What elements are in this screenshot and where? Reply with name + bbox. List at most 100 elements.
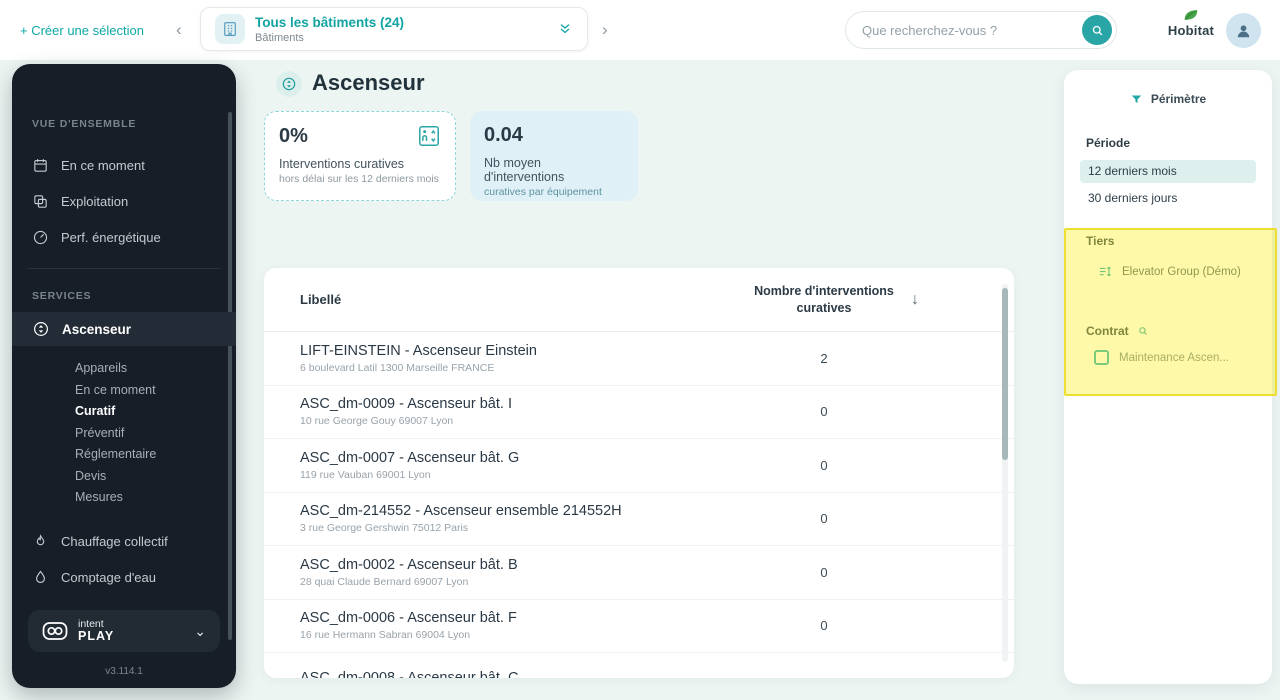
ascenseur-submenu: Appareils En ce moment Curatif Préventif… — [75, 358, 156, 509]
tiers-value-row[interactable]: Elevator Group (Démo) — [1098, 264, 1241, 279]
contrat-option-row: Maintenance Ascen... — [1094, 350, 1229, 365]
periode-option-12-mois[interactable]: 12 derniers mois — [1080, 160, 1256, 183]
sidebar-section-overview: VUE D'ENSEMBLE — [32, 118, 137, 130]
chevron-down-icon: ⌄ — [194, 622, 206, 639]
intervention-count: 0 — [820, 404, 828, 420]
sidebar-item-label: Chauffage collectif — [61, 533, 168, 549]
contrat-option-label: Maintenance Ascen... — [1119, 352, 1229, 364]
elevator-group-logo-icon — [1098, 264, 1113, 279]
column-header-count: Nombre d'interventions curatives ↓ — [634, 283, 1014, 317]
gauge-icon — [32, 229, 49, 246]
sidebar-subitem-preventif[interactable]: Préventif — [75, 423, 156, 445]
funnel-filter-icon — [1130, 93, 1143, 106]
stat-label: Nb moyen d'interventions — [484, 156, 565, 184]
filter-panel-header: Périmètre — [1064, 92, 1272, 106]
sidebar-item-label: En ce moment — [61, 157, 145, 173]
table-row[interactable]: ASC_dm-0009 - Ascenseur bât. I 10 rue Ge… — [264, 386, 1014, 439]
table-scrollbar-track — [1002, 284, 1008, 662]
building-selector[interactable]: Tous les bâtiments (24) Bâtiments — [200, 7, 588, 51]
row-main: ASC_dm-0009 - Ascenseur bât. I 10 rue Ge… — [264, 396, 634, 427]
equipment-name: ASC_dm-214552 - Ascenseur ensemble 21455… — [300, 503, 622, 520]
sidebar-item-label: Exploitation — [61, 193, 129, 209]
tiers-value: Elevator Group (Démo) — [1122, 265, 1241, 278]
sidebar-item-exploitation[interactable]: Exploitation — [32, 186, 128, 216]
intent-play-button[interactable]: intent PLAY ⌄ — [28, 610, 220, 652]
sidebar-subitem-reglementaire[interactable]: Réglementaire — [75, 444, 156, 466]
water-drop-icon — [32, 569, 49, 586]
sidebar-subitem-devis[interactable]: Devis — [75, 466, 156, 488]
sidebar-item-perf-energetique[interactable]: Perf. énergétique — [32, 222, 161, 252]
table-row[interactable]: ASC_dm-0008 - Ascenseur bât. C — [264, 653, 1014, 678]
building-selector-subtitle: Bâtiments — [255, 31, 304, 44]
stat-value: 0.04 — [484, 124, 523, 146]
sort-desc-icon[interactable]: ↓ — [911, 289, 919, 311]
contrat-label: Contrat — [1086, 324, 1129, 338]
contrat-search-icon[interactable] — [1137, 325, 1149, 337]
elevator-badge-icon — [276, 71, 302, 97]
row-main: ASC_dm-214552 - Ascenseur ensemble 21455… — [264, 503, 634, 534]
intent-play-logo-icon — [42, 621, 68, 641]
brand-logo: Hobitat — [1158, 8, 1224, 38]
equipment-address: 6 boulevard Latil 1300 Marseille FRANCE — [300, 361, 495, 374]
intent-play-label: intent PLAY — [78, 617, 115, 643]
search-button[interactable] — [1082, 15, 1112, 45]
equipment-address: 16 rue Hermann Sabran 69004 Lyon — [300, 629, 471, 642]
equipment-name: ASC_dm-0007 - Ascenseur bât. G — [300, 449, 520, 466]
elevator-icon — [32, 320, 50, 338]
table-row[interactable]: ASC_dm-0007 - Ascenseur bât. G 119 rue V… — [264, 439, 1014, 493]
heating-flame-icon — [32, 533, 49, 550]
create-selection-link[interactable]: + Créer une sélection — [20, 23, 144, 38]
sidebar-item-chauffage-collectif[interactable]: Chauffage collectif — [32, 526, 168, 556]
equipment-name: ASC_dm-0002 - Ascenseur bât. B — [300, 556, 518, 573]
sidebar-item-comptage-eau[interactable]: Comptage d'eau — [32, 562, 156, 592]
global-search — [845, 11, 1117, 49]
row-main: ASC_dm-0006 - Ascenseur bât. F 16 rue He… — [264, 610, 634, 641]
column-header-count-line1: Nombre d'interventions — [754, 283, 894, 298]
intervention-count: 0 — [820, 618, 828, 634]
person-icon — [1234, 21, 1253, 40]
row-main: ASC_dm-0008 - Ascenseur bât. C — [264, 670, 634, 678]
sidebar-subitem-mesures[interactable]: Mesures — [75, 487, 156, 509]
sidebar-section-services: SERVICES — [32, 290, 92, 302]
sidebar-item-ascenseur[interactable]: Ascenseur — [12, 312, 236, 346]
sidebar-item-label: Perf. énergétique — [61, 229, 161, 245]
table-row[interactable]: LIFT-EINSTEIN - Ascenseur Einstein 6 bou… — [264, 332, 1014, 386]
chevron-right-icon[interactable]: › — [602, 21, 608, 38]
contrat-header-row: Contrat — [1086, 324, 1149, 338]
filter-panel-title: Périmètre — [1150, 92, 1207, 106]
leaf-icon — [1158, 8, 1224, 22]
sidebar-scrollbar[interactable] — [228, 112, 232, 640]
tiers-label: Tiers — [1086, 234, 1115, 248]
contrat-checkbox[interactable] — [1094, 350, 1109, 365]
equipment-address: 28 quai Claude Bernard 69007 Lyon — [300, 575, 469, 588]
stat-card-nb-moyen: 0.04 Nb moyen d'interventions curatives … — [470, 111, 638, 201]
search-input[interactable] — [862, 22, 1082, 38]
intervention-count: 0 — [820, 511, 828, 527]
periode-option-30-jours[interactable]: 30 derniers jours — [1080, 187, 1256, 210]
building-icon — [215, 14, 245, 44]
search-icon — [1090, 23, 1105, 38]
equipment-address: 10 rue George Gouy 69007 Lyon — [300, 415, 454, 428]
equipment-address: 3 rue George Gershwin 75012 Paris — [300, 522, 469, 535]
sidebar-subitem-en-ce-moment[interactable]: En ce moment — [75, 380, 156, 402]
periode-label: Période — [1086, 136, 1131, 150]
sidebar-subitem-curatif[interactable]: Curatif — [75, 401, 156, 423]
equipment-name: ASC_dm-0009 - Ascenseur bât. I — [300, 396, 512, 413]
building-selector-title: Tous les bâtiments (24) — [255, 14, 405, 30]
stat-sublabel: hors délai sur les 12 derniers mois — [279, 173, 439, 185]
table-row[interactable]: ASC_dm-0006 - Ascenseur bât. F 16 rue He… — [264, 600, 1014, 653]
table-header: Libellé Nombre d'interventions curatives… — [264, 268, 1014, 332]
double-chevron-down-icon — [557, 21, 573, 37]
sidebar-item-en-ce-moment[interactable]: En ce moment — [32, 150, 145, 180]
table-row[interactable]: ASC_dm-214552 - Ascenseur ensemble 21455… — [264, 493, 1014, 546]
stat-card-interventions-curatives: 0% Interventions curatives hors délai su… — [264, 111, 456, 201]
page-title: Ascenseur — [312, 70, 425, 95]
table-scrollbar-thumb[interactable] — [1002, 288, 1008, 460]
building-selector-text: Tous les bâtiments (24) Bâtiments — [255, 15, 404, 44]
equipment-address: 119 rue Vauban 69001 Lyon — [300, 468, 431, 481]
user-avatar[interactable] — [1226, 13, 1261, 48]
intervention-count: 0 — [820, 457, 828, 473]
table-row[interactable]: ASC_dm-0002 - Ascenseur bât. B 28 quai C… — [264, 546, 1014, 600]
sidebar-subitem-appareils[interactable]: Appareils — [75, 358, 156, 380]
chevron-left-icon[interactable]: ‹ — [176, 21, 182, 38]
